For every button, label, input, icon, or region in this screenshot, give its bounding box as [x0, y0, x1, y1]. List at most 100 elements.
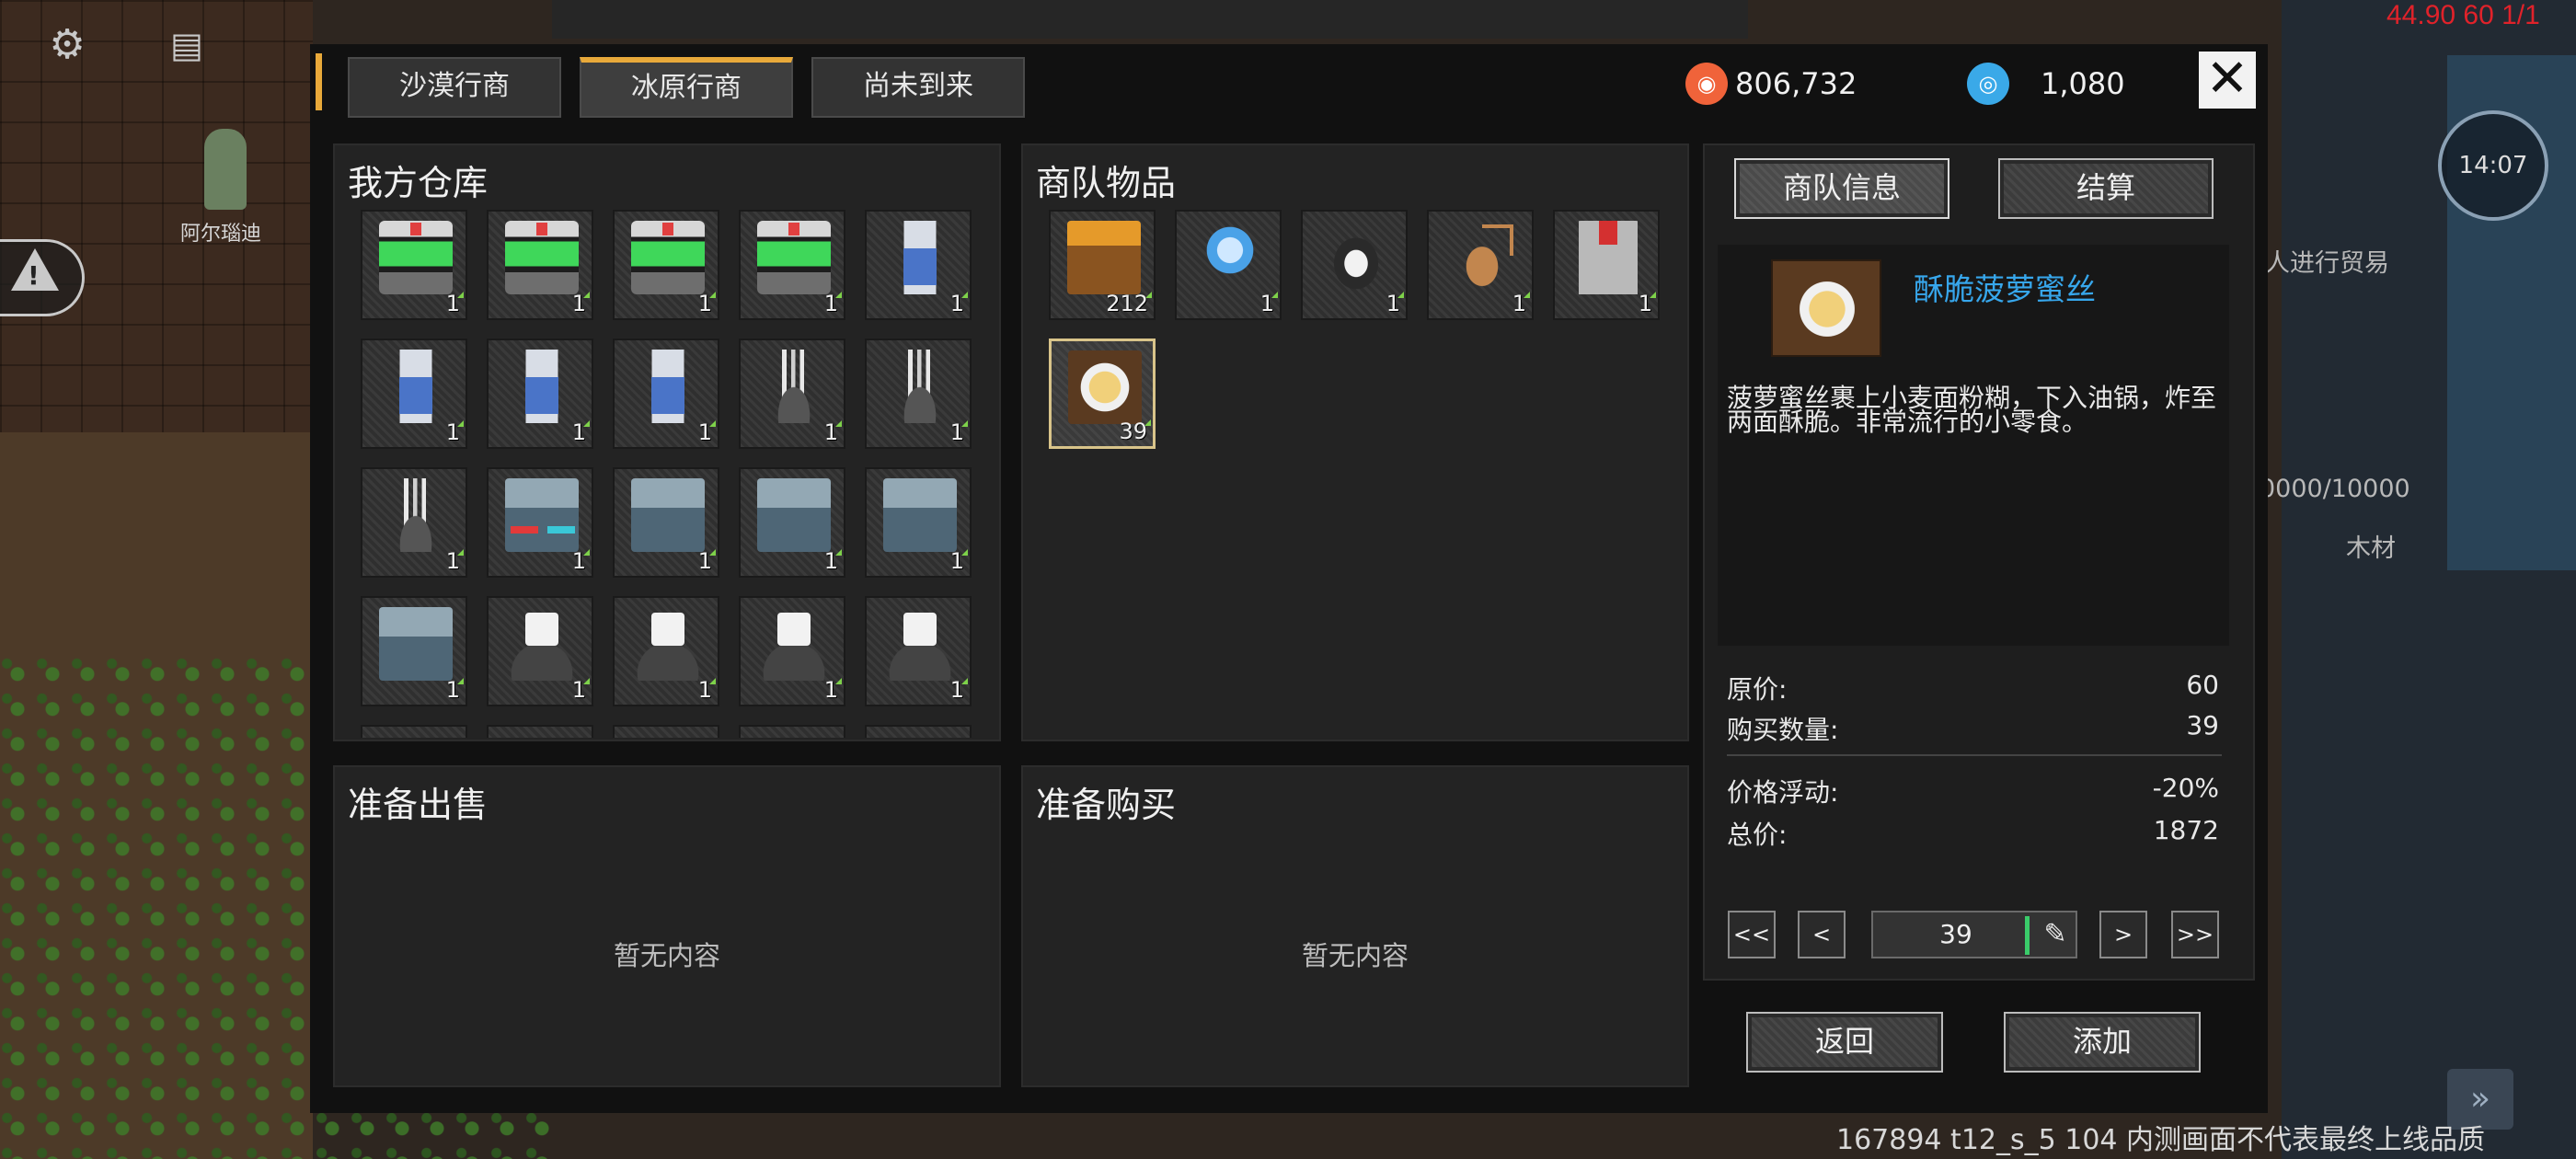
pencil-edit-icon[interactable]: ✎: [2035, 914, 2076, 955]
top-resource-bar: [552, 0, 1748, 39]
close-button[interactable]: ✕: [2199, 52, 2256, 109]
warehouse-item-slot[interactable]: 1: [613, 467, 719, 578]
warehouse-item-slot-partial[interactable]: [361, 725, 467, 738]
tab-desert-merchant[interactable]: 沙漠行商: [348, 57, 561, 118]
penguin-icon: [1319, 221, 1393, 294]
slot-quantity: 1: [697, 419, 712, 445]
slot-quantity: 1: [823, 419, 838, 445]
checkout-button[interactable]: 结算: [1998, 158, 2214, 219]
gold-amount: 806,732: [1735, 66, 1857, 101]
base-price-label: 原价:: [1727, 674, 1788, 705]
chat-icon[interactable]: ▤: [162, 20, 212, 70]
slot-quantity: 1: [697, 548, 712, 574]
gem-currency: ◎ 1,080: [1967, 59, 2125, 109]
warehouse-item-slot[interactable]: 1: [739, 467, 845, 578]
slot-quantity: 1: [823, 677, 838, 703]
slot-quantity: 1: [571, 291, 586, 316]
caravan-item-slot[interactable]: 1: [1553, 210, 1660, 320]
bg-wood-label: 木材: [2346, 534, 2396, 563]
tab-ice-merchant[interactable]: 冰原行商: [580, 57, 793, 118]
slot-quantity: 39: [1119, 419, 1147, 444]
caravan-item-slot[interactable]: 1: [1427, 210, 1534, 320]
game-clock[interactable]: 14:07: [2438, 110, 2548, 221]
quantity-last-button[interactable]: >>: [2171, 911, 2219, 958]
slot-quantity: 1: [445, 419, 460, 445]
quantity-label: 购买数量:: [1727, 715, 1839, 745]
warehouse-item-slot[interactable]: 1: [865, 339, 972, 449]
warehouse-item-slot[interactable]: 1: [613, 210, 719, 320]
warehouse-item-slot-partial[interactable]: [487, 725, 593, 738]
warehouse-item-slot[interactable]: 1: [613, 339, 719, 449]
caravan-item-slot[interactable]: 1: [1175, 210, 1282, 320]
tab-not-arrived[interactable]: 尚未到来: [811, 57, 1025, 118]
slot-quantity: 1: [445, 548, 460, 574]
tab-accent-marker: [316, 53, 322, 110]
slot-quantity: 1: [697, 677, 712, 703]
caravan-item-slot[interactable]: 1: [1301, 210, 1408, 320]
warehouse-item-slot[interactable]: 1: [613, 596, 719, 706]
colonist-sprite[interactable]: [204, 129, 247, 210]
fps-counter: 44.90 60 1/1: [2386, 0, 2540, 30]
warehouse-item-slot[interactable]: 1: [739, 210, 845, 320]
warehouse-item-slot[interactable]: 1: [361, 467, 467, 578]
slot-quantity: 1: [823, 291, 838, 316]
total-label: 总价:: [1727, 820, 1788, 850]
warehouse-item-slot[interactable]: 1: [487, 467, 593, 578]
warehouse-item-slot[interactable]: 1: [487, 596, 593, 706]
buy-empty-text: 暂无内容: [1301, 940, 1409, 971]
warehouse-item-slot[interactable]: 1: [865, 210, 972, 320]
warehouse-item-slot[interactable]: 1: [361, 339, 467, 449]
white-cube-device-icon: [505, 607, 579, 681]
colonist-name: 阿尔瑙迪: [180, 223, 262, 246]
crystal-device-icon: [883, 350, 957, 423]
warehouse-item-slot[interactable]: 1: [487, 210, 593, 320]
med-station-icon: [505, 221, 579, 294]
bg-storage-count: 0000/10000: [2260, 475, 2410, 503]
base-price-value: 60: [2186, 670, 2219, 700]
quantity-prev-button[interactable]: <: [1798, 911, 1846, 958]
settings-gear-icon[interactable]: ⚙: [42, 20, 92, 70]
caravan-info-button[interactable]: 商队信息: [1734, 158, 1949, 219]
slot-quantity: 1: [1512, 291, 1526, 316]
gem-icon: ◎: [1967, 63, 2009, 105]
price-divider: [1727, 754, 2222, 756]
fluctuation-row: 价格浮动: -20%: [1727, 773, 2219, 809]
caravan-item-slot[interactable]: 212: [1049, 210, 1156, 320]
slot-quantity: 1: [445, 677, 460, 703]
white-cube-device-icon: [631, 607, 705, 681]
gold-currency: ◉ 806,732: [1685, 59, 1857, 109]
slot-quantity: 1: [823, 548, 838, 574]
slot-quantity: 1: [571, 419, 586, 445]
slot-quantity: 1: [697, 291, 712, 316]
machine-console-icon: [505, 478, 579, 552]
warehouse-item-slot[interactable]: 1: [361, 210, 467, 320]
slot-quantity: 1: [571, 677, 586, 703]
warehouse-item-slot[interactable]: 1: [739, 596, 845, 706]
warehouse-item-slot-partial[interactable]: [865, 725, 972, 738]
warehouse-item-slot[interactable]: 1: [739, 339, 845, 449]
turret-icon: [1571, 221, 1645, 294]
storage-box-icon: [757, 478, 831, 552]
warehouse-item-slot[interactable]: 1: [865, 596, 972, 706]
warehouse-item-slot[interactable]: 1: [487, 339, 593, 449]
version-watermark: 167894 t12_s_5 104 内测画面不代表最终上线品质: [1836, 1124, 2486, 1156]
add-button[interactable]: 添加: [2004, 1012, 2201, 1073]
pineapple-snack-icon: [1068, 350, 1142, 424]
warehouse-item-slot[interactable]: 1: [361, 596, 467, 706]
quantity-input-value: 39: [1939, 919, 1972, 949]
sell-title: 准备出售: [348, 785, 489, 825]
quantity-next-button[interactable]: >: [2099, 911, 2147, 958]
ice-spirit-icon: [1193, 221, 1267, 294]
warehouse-item-slot-partial[interactable]: [739, 725, 845, 738]
med-station-icon: [757, 221, 831, 294]
caravan-item-slot[interactable]: 39: [1049, 339, 1156, 449]
quantity-first-button[interactable]: <<: [1728, 911, 1776, 958]
slot-quantity: 1: [949, 419, 964, 445]
back-button[interactable]: 返回: [1746, 1012, 1943, 1073]
warehouse-item-slot-partial[interactable]: [613, 725, 719, 738]
warehouse-item-slot[interactable]: 1: [865, 467, 972, 578]
sell-empty-text: 暂无内容: [613, 940, 720, 971]
crystal-device-icon: [379, 478, 453, 552]
item-name: 酥脆菠萝蜜丝: [1914, 271, 2096, 307]
deer-icon: [1445, 221, 1519, 294]
